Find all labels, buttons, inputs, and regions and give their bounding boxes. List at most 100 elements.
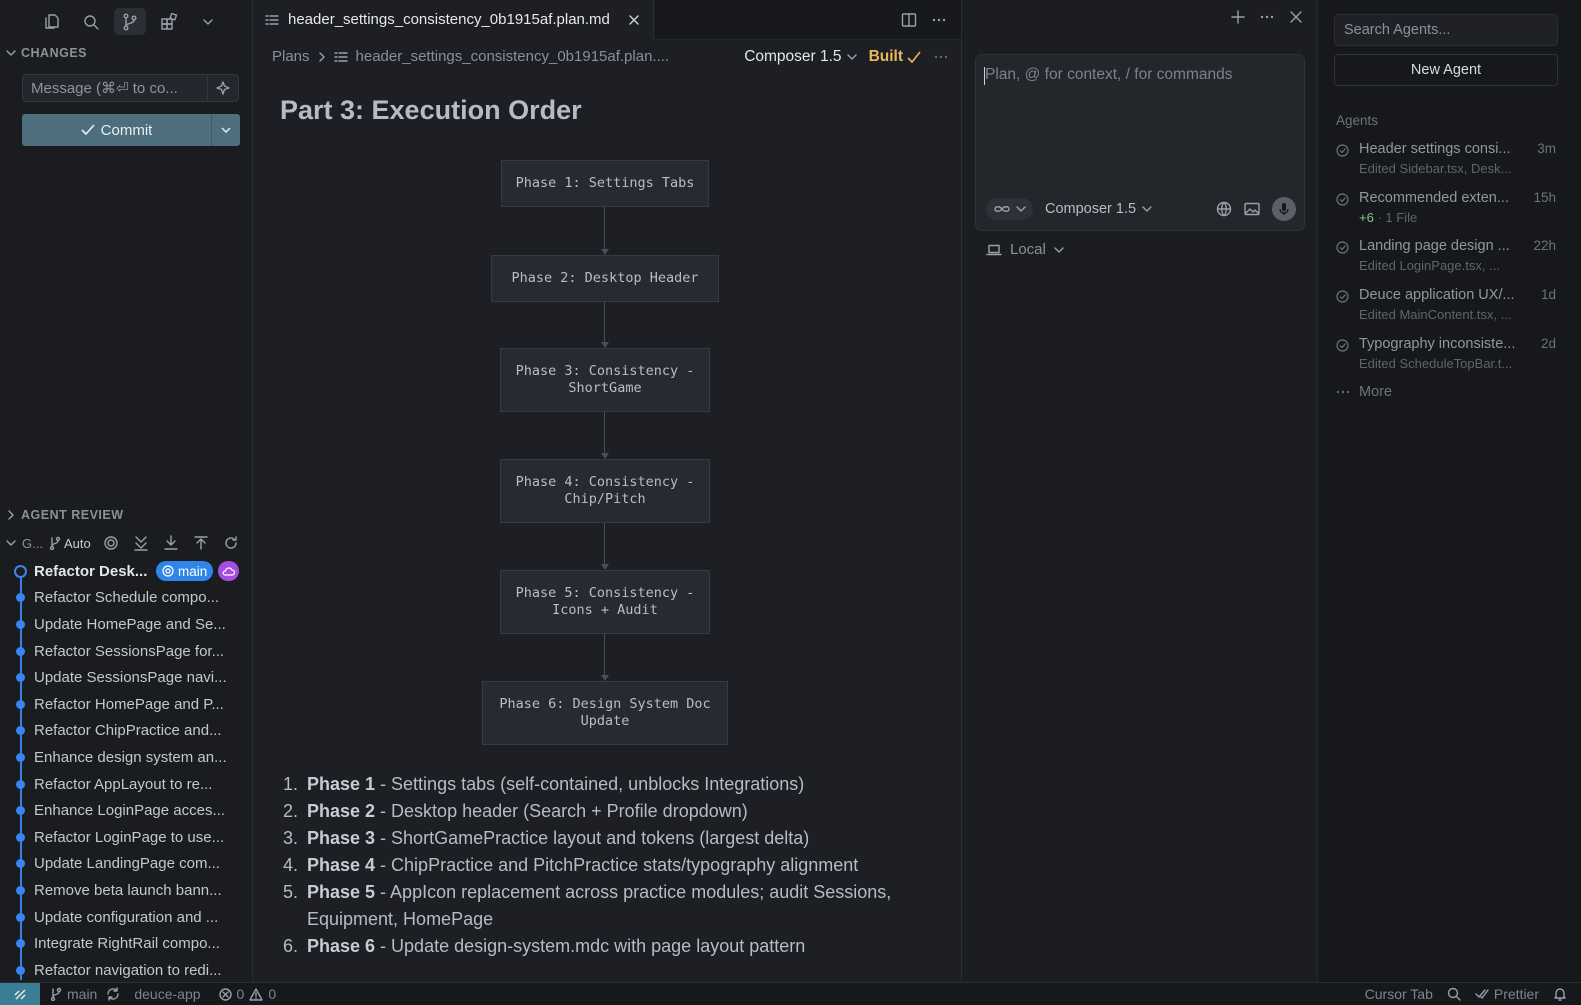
more-icon[interactable] xyxy=(931,12,947,28)
commit-dot xyxy=(16,912,25,922)
agent-subtitle: Edited ScheduleTopBar.t... xyxy=(1359,356,1529,371)
push-icon[interactable] xyxy=(193,535,209,551)
commit-message: Enhance design system an... xyxy=(34,748,227,766)
bell-icon[interactable] xyxy=(1553,987,1567,1001)
commit-dot xyxy=(16,726,25,736)
chevron-down-icon[interactable] xyxy=(192,8,224,35)
commit-item[interactable]: Refactor HomePage and P... xyxy=(0,691,250,718)
auto-branch-selector[interactable]: Auto xyxy=(49,536,91,551)
cursor-tab-status[interactable]: Cursor Tab xyxy=(1365,986,1433,1002)
more-label: More xyxy=(1359,384,1393,400)
commit-item[interactable]: Refactor navigation to redi... xyxy=(0,957,250,984)
infinity-icon xyxy=(994,206,1010,212)
list-number: 4. xyxy=(283,855,299,875)
commit-item[interactable]: Enhance design system an... xyxy=(0,744,250,771)
branch-status[interactable]: main xyxy=(50,986,120,1002)
more-icon[interactable] xyxy=(1259,10,1275,24)
commit-message: Refactor ChipPractice and... xyxy=(34,722,222,740)
chevron-down-icon xyxy=(846,54,857,60)
commit-message: Integrate RightRail compo... xyxy=(34,935,220,953)
list-description: - Desktop header (Search + Profile dropd… xyxy=(375,801,748,821)
breadcrumb-root[interactable]: Plans xyxy=(272,48,310,65)
commit-item[interactable]: Update SessionsPage navi... xyxy=(0,664,250,691)
section-heading: Part 3: Execution Order xyxy=(280,95,582,125)
image-icon[interactable] xyxy=(1244,202,1260,216)
list-icon xyxy=(265,14,279,25)
list-bold: Phase 6 xyxy=(307,936,376,956)
commit-item[interactable]: Enhance LoginPage acces... xyxy=(0,797,250,824)
phase-node: Phase 3: Consistency - ShortGame xyxy=(500,348,710,412)
agent-item[interactable]: Deuce application UX/... 1d Edited MainCo… xyxy=(1336,287,1564,331)
commit-item[interactable]: Update configuration and ... xyxy=(0,904,250,931)
commit-item[interactable]: Refactor Schedule compo... xyxy=(0,585,250,612)
split-editor-icon[interactable] xyxy=(901,12,917,28)
commit-item[interactable]: Remove beta launch bann... xyxy=(0,877,250,904)
commit-item[interactable]: Refactor AppLayout to re... xyxy=(0,771,250,798)
tab-plan-file[interactable]: header_settings_consistency_0b1915af.pla… xyxy=(253,0,654,40)
plus-icon[interactable] xyxy=(1231,10,1245,24)
agents-section-label: Agents xyxy=(1336,113,1379,128)
commit-message: Update LandingPage com... xyxy=(34,855,220,873)
agent-item[interactable]: Typography inconsiste... 2d Edited Schedu… xyxy=(1336,336,1564,380)
commit-item[interactable]: Refactor Desk... main xyxy=(0,558,250,585)
sync-icon[interactable] xyxy=(106,987,120,1001)
zoom-icon[interactable] xyxy=(1447,987,1461,1001)
composer-model-selector[interactable]: Composer 1.5 xyxy=(1045,201,1152,217)
check-circle-icon xyxy=(1336,339,1349,352)
problems-status[interactable]: 0 0 xyxy=(218,986,276,1002)
commit-item[interactable]: Refactor LoginPage to use... xyxy=(0,824,250,851)
commit-item[interactable]: Update LandingPage com... xyxy=(0,851,250,878)
more-icon[interactable] xyxy=(933,49,949,65)
branch-name: main xyxy=(67,986,98,1002)
commit-item[interactable]: Refactor ChipPractice and... xyxy=(0,718,250,745)
microphone-icon[interactable] xyxy=(1272,197,1296,221)
more-agents-link[interactable]: More xyxy=(1336,384,1392,400)
extensions-icon[interactable] xyxy=(153,8,185,35)
commit-item[interactable]: Integrate RightRail compo... xyxy=(0,930,250,957)
explorer-icon[interactable] xyxy=(36,8,68,35)
prettier-status[interactable]: Prettier xyxy=(1475,986,1539,1002)
close-icon[interactable] xyxy=(1289,10,1303,24)
commit-item[interactable]: Refactor SessionsPage for... xyxy=(0,638,250,665)
fetch-icon[interactable] xyxy=(133,535,149,551)
location-selector[interactable]: Local xyxy=(986,241,1064,258)
commit-dot xyxy=(16,965,25,975)
commit-main[interactable]: Commit xyxy=(22,122,211,139)
project-name[interactable]: deuce-app xyxy=(134,986,200,1002)
model-selector[interactable]: Composer 1.5 xyxy=(744,48,857,66)
pull-icon[interactable] xyxy=(163,535,179,551)
sparkle-icon[interactable] xyxy=(207,76,237,100)
more-icon xyxy=(1336,390,1350,394)
list-text: Phase 5 - AppIcon replacement across pra… xyxy=(307,879,923,933)
commit-message-placeholder: Message (⌘⏎ to co... xyxy=(31,80,178,97)
commit-item[interactable]: Update HomePage and Se... xyxy=(0,611,250,638)
changes-header[interactable]: CHANGES xyxy=(6,46,87,60)
composer-input[interactable]: Plan, @ for context, / for commands Comp… xyxy=(975,54,1305,231)
chevron-down-icon xyxy=(1016,206,1026,212)
mode-selector[interactable] xyxy=(986,198,1033,220)
commit-dropdown[interactable] xyxy=(211,114,240,146)
new-agent-button[interactable]: New Agent xyxy=(1334,54,1558,86)
agents-search-input[interactable]: Search Agents... xyxy=(1334,14,1558,46)
branch-badge[interactable]: main xyxy=(156,561,214,581)
agent-item[interactable]: Landing page design ... 22h Edited LoginP… xyxy=(1336,238,1564,282)
agent-item[interactable]: Header settings consi... 3m Edited Sideba… xyxy=(1336,141,1564,185)
remote-indicator[interactable] xyxy=(0,982,40,1005)
list-description: - AppIcon replacement across practice mo… xyxy=(307,882,892,929)
agent-review-header[interactable]: AGENT REVIEW xyxy=(6,508,124,522)
source-control-icon[interactable] xyxy=(114,8,146,35)
breadcrumb-file[interactable]: header_settings_consistency_0b1915af.pla… xyxy=(356,48,670,65)
cloud-icon[interactable] xyxy=(218,561,239,581)
target-icon[interactable] xyxy=(103,535,119,551)
commit-message-input[interactable]: Message (⌘⏎ to co... xyxy=(22,74,239,102)
close-icon[interactable] xyxy=(627,13,641,27)
agent-item[interactable]: Recommended exten... 15h +6 · 1 File xyxy=(1336,190,1564,234)
globe-icon[interactable] xyxy=(1216,201,1232,217)
list-bold: Phase 1 xyxy=(307,774,376,794)
refresh-icon[interactable] xyxy=(223,535,239,551)
list-item: 2. Phase 2 - Desktop header (Search + Pro… xyxy=(283,798,923,825)
graph-header[interactable]: G... Auto xyxy=(6,533,246,553)
commit-button[interactable]: Commit xyxy=(22,114,240,146)
commit-dot xyxy=(16,673,25,683)
search-icon[interactable] xyxy=(75,8,107,35)
